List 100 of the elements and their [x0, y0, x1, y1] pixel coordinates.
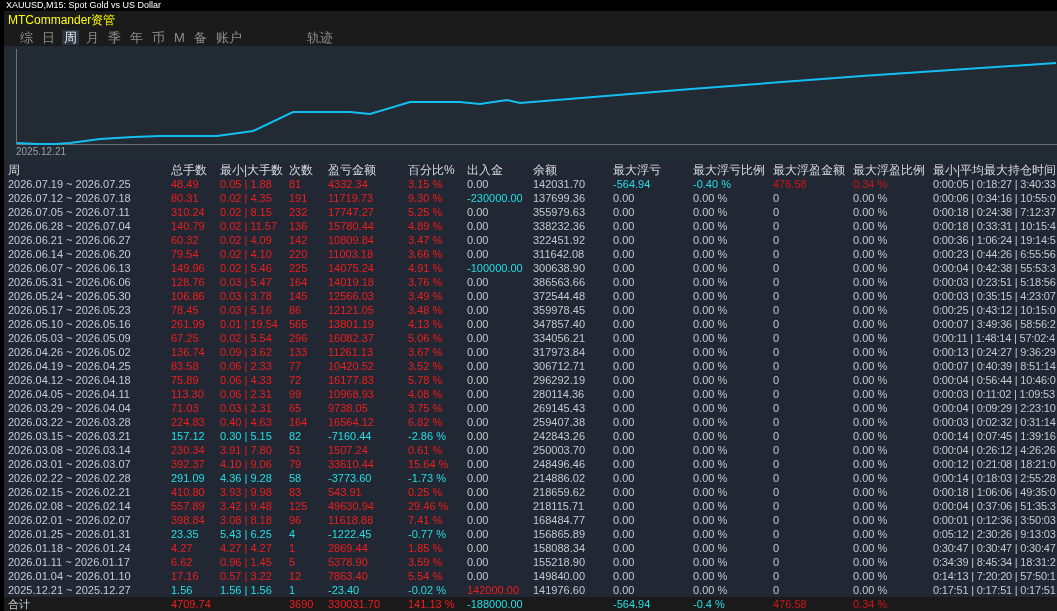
- table-cell: 14075.24: [328, 261, 408, 275]
- table-cell: 0: [773, 527, 853, 541]
- table-cell: 372544.48: [533, 289, 613, 303]
- table-cell: 0: [773, 331, 853, 345]
- table-cell: 557.89: [171, 499, 220, 513]
- table-cell: -100000.00: [467, 261, 533, 275]
- tab[interactable]: 周: [62, 30, 79, 45]
- table-cell: 0.00 %: [693, 345, 773, 359]
- tab[interactable]: 月: [84, 30, 101, 45]
- table-cell: 0.00: [613, 555, 693, 569]
- table-cell: 0.00 %: [853, 569, 933, 583]
- tab[interactable]: 季: [106, 30, 123, 45]
- column-header: 最大浮盈金额: [773, 163, 853, 177]
- column-header: 周: [4, 163, 171, 177]
- tab[interactable]: 币: [150, 30, 167, 45]
- table-cell: 5.43 | 6.25: [220, 527, 289, 541]
- table-cell: 0.00: [613, 289, 693, 303]
- table-cell: 0.00 %: [693, 317, 773, 331]
- tab[interactable]: M: [172, 30, 187, 45]
- table-cell: 0: [773, 345, 853, 359]
- table-cell: 0.01 | 19.54: [220, 317, 289, 331]
- table-cell: 311642.08: [533, 247, 613, 261]
- table-cell: 5.78 %: [408, 373, 467, 387]
- column-header: 总手数: [171, 163, 220, 177]
- table-cell: 0: [773, 555, 853, 569]
- table-cell: 0.00: [467, 457, 533, 471]
- tab[interactable]: 日: [40, 30, 57, 45]
- table-cell: 2026.06.07 ~ 2026.06.13: [4, 261, 171, 275]
- table-cell: 347857.40: [533, 317, 613, 331]
- table-cell: 0.00: [467, 373, 533, 387]
- table-cell: 17747.27: [328, 205, 408, 219]
- table-cell: 230.34: [171, 443, 220, 457]
- table-cell: 3.66 %: [408, 247, 467, 261]
- table-cell: 83.58: [171, 359, 220, 373]
- table-cell: 5378.90: [328, 555, 408, 569]
- table-cell: 0: [773, 415, 853, 429]
- table-cell: 410.80: [171, 485, 220, 499]
- table-cell: 136: [289, 219, 328, 233]
- table-cell: 0.00 %: [853, 275, 933, 289]
- table-cell: 0: [773, 205, 853, 219]
- column-header: 出入金: [467, 163, 533, 177]
- table-cell: 0.00 %: [853, 345, 933, 359]
- table-cell: 3.49 %: [408, 289, 467, 303]
- table-cell: 0:00:03 | 0:23:51 | 5:18:56: [933, 275, 1057, 289]
- table-cell: 156865.89: [533, 527, 613, 541]
- table-cell: 0.00: [467, 219, 533, 233]
- table-cell: 158088.34: [533, 541, 613, 555]
- table-cell: 0:00:18 | 0:24:38 | 7:12:37: [933, 205, 1057, 219]
- table-cell: 58: [289, 471, 328, 485]
- table-cell: 0.06 | 2.31: [220, 387, 289, 401]
- table-cell: 0: [773, 541, 853, 555]
- table-cell: 0.00 %: [853, 541, 933, 555]
- table-cell: 0.02 | 8.15: [220, 205, 289, 219]
- table-cell: 392.37: [171, 457, 220, 471]
- table-cell: 51: [289, 443, 328, 457]
- table-cell: 0: [773, 583, 853, 597]
- tab[interactable]: 综: [18, 30, 35, 45]
- table-cell: 0.00 %: [853, 317, 933, 331]
- table-cell: 157.12: [171, 429, 220, 443]
- table-cell: 0.00 %: [853, 303, 933, 317]
- table-cell: 142: [289, 233, 328, 247]
- table-cell: 296292.19: [533, 373, 613, 387]
- table-cell: 96: [289, 513, 328, 527]
- table-cell: 0.00 %: [693, 485, 773, 499]
- table-cell: 0.57 | 3.22: [220, 569, 289, 583]
- table-cell: -0.4 %: [693, 597, 773, 611]
- table-cell: 2026.03.22 ~ 2026.03.28: [4, 415, 171, 429]
- table-cell: 0.00: [613, 583, 693, 597]
- table-cell: 78.45: [171, 303, 220, 317]
- tab[interactable]: 年: [128, 30, 145, 45]
- table-cell: 29.46 %: [408, 499, 467, 513]
- tab[interactable]: 账户: [213, 30, 244, 45]
- table-cell: 191: [289, 191, 328, 205]
- table-cell: 2026.04.19 ~ 2026.04.25: [4, 359, 171, 373]
- table-cell: 1.56: [171, 583, 220, 597]
- table-cell: 4.10 | 9.06: [220, 457, 289, 471]
- table-cell: 0:00:14 | 0:18:03 | 2:55:28: [933, 471, 1057, 485]
- table-cell: 81: [289, 177, 328, 191]
- table-cell: 0.00: [467, 527, 533, 541]
- table-cell: 5.25 %: [408, 205, 467, 219]
- table-cell: 0.03 | 5.16: [220, 303, 289, 317]
- table-cell: 0.00 %: [693, 555, 773, 569]
- table-cell: 0.00 %: [693, 583, 773, 597]
- table-cell: -230000.00: [467, 191, 533, 205]
- table-cell: 0.00 %: [693, 527, 773, 541]
- tab[interactable]: 轨迹: [304, 30, 335, 45]
- table-cell: 86: [289, 303, 328, 317]
- table-cell: 0.00: [467, 499, 533, 513]
- table-cell: 65: [289, 401, 328, 415]
- table-cell: 0.00: [613, 261, 693, 275]
- table-cell: 2026.02.01 ~ 2026.02.07: [4, 513, 171, 527]
- table-cell: 0.00: [613, 569, 693, 583]
- table-cell: 15780.44: [328, 219, 408, 233]
- table-cell: 2026.05.24 ~ 2026.05.30: [4, 289, 171, 303]
- table-cell: 214886.02: [533, 471, 613, 485]
- table-cell: 0.00: [613, 499, 693, 513]
- table-cell: 4.13 %: [408, 317, 467, 331]
- table-cell: 128.76: [171, 275, 220, 289]
- tab[interactable]: 备: [191, 30, 209, 45]
- table-cell: -564.94: [613, 597, 693, 611]
